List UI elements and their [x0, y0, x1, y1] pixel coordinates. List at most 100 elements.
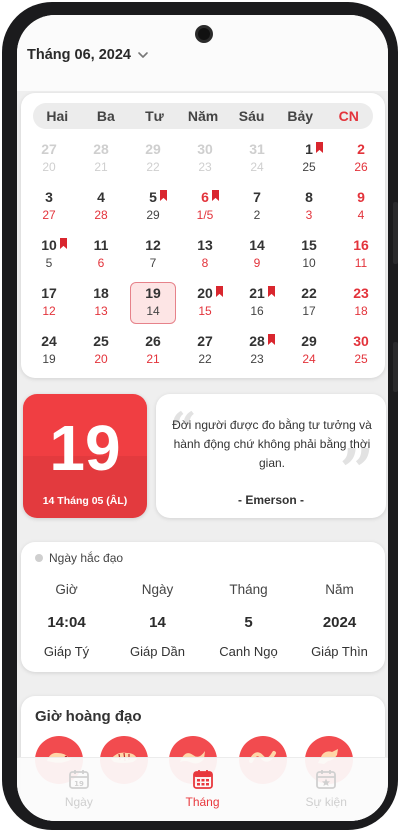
lunar-day: 20 [42, 160, 56, 174]
column-label: Giờ [55, 582, 78, 597]
calendar-day[interactable]: 31 24 [231, 137, 283, 185]
solar-day: 27 [197, 333, 213, 349]
calendar-day[interactable]: 2 26 [335, 137, 387, 185]
lunar-day: 13 [94, 304, 108, 318]
volume-button [393, 202, 398, 264]
weekday-label: Bảy [287, 108, 314, 124]
calendar-day[interactable]: 22 17 [283, 281, 335, 329]
calendar-day[interactable]: 28 23 [231, 329, 283, 377]
day-column: Ngày 14 Giáp Dần [112, 582, 203, 659]
column-label: Năm [325, 582, 354, 597]
solar-day: 24 [41, 333, 57, 349]
lunar-day: 17 [302, 304, 316, 318]
day-info-card: Ngày hắc đạo Giờ 14:04 Giáp Tý Ngày 14 G… [21, 542, 385, 672]
calendar-day[interactable]: 17 12 [23, 281, 75, 329]
solar-day: 17 [41, 285, 57, 301]
solar-day: 7 [253, 189, 261, 205]
calendar-grid: 27 20 28 21 29 22 30 23 31 24 1 25 2 26 3 27 4 28 5 29 6 1/5 7… [23, 137, 387, 377]
lunar-day: 19 [42, 352, 56, 366]
weekday-label: Tư [145, 108, 164, 124]
calendar-day[interactable]: 11 6 [75, 233, 127, 281]
calendar-day[interactable]: 27 20 [23, 137, 75, 185]
lunar-day: 3 [305, 208, 313, 222]
calendar-day[interactable]: 12 7 [127, 233, 179, 281]
calendar-month-icon [192, 770, 213, 789]
solar-day: 27 [41, 141, 57, 157]
calendar-day[interactable]: 72 [231, 185, 283, 233]
lunar-day: 22 [198, 352, 212, 366]
front-camera [195, 25, 213, 43]
solar-day: 12 [145, 237, 161, 253]
calendar-day[interactable]: 24 19 [23, 329, 75, 377]
month-selector[interactable]: Tháng 06, 2024 [27, 47, 149, 63]
tab-day[interactable]: 19 Ngày [17, 758, 141, 821]
month-label: Tháng 06, 2024 [27, 47, 131, 63]
calendar-day[interactable]: 30 23 [179, 137, 231, 185]
lunar-day: 6 [97, 256, 105, 270]
solar-day: 22 [301, 285, 317, 301]
month-column: Tháng 5 Canh Ngọ [203, 582, 294, 659]
solar-day: 29 [145, 141, 161, 157]
lunar-day: 11 [354, 256, 368, 270]
solar-day: 3 [45, 189, 53, 205]
calendar-day[interactable]: 6 1/5 [179, 185, 231, 233]
calendar-day-today[interactable]: 19 14 [127, 281, 179, 329]
calendar-week-row: 27 20 28 21 29 22 30 23 31 24 1 25 2 26 [23, 137, 387, 185]
solar-day: 31 [249, 141, 265, 157]
lunar-day: 21 [94, 160, 108, 174]
power-button [393, 342, 398, 392]
solar-day: 15 [301, 237, 317, 253]
calendar-day[interactable]: 13 8 [179, 233, 231, 281]
column-can-chi: Giáp Dần [130, 644, 185, 659]
calendar-day[interactable]: 15 10 [283, 233, 335, 281]
hour-column: Giờ 14:04 Giáp Tý [21, 582, 112, 659]
lunar-day: 9 [253, 256, 261, 270]
tab-label: Sự kiện [305, 795, 347, 809]
chevron-down-icon [138, 52, 148, 58]
solar-day: 30 [353, 333, 369, 349]
solar-day: 19 [145, 285, 161, 301]
solar-day: 28 [93, 141, 109, 157]
solar-day: 11 [93, 237, 109, 253]
solar-day: 30 [197, 141, 213, 157]
calendar-day[interactable]: 21 16 [231, 281, 283, 329]
lunar-day: 2 [253, 208, 261, 222]
lunar-day: 20 [94, 352, 108, 366]
solar-day: 29 [301, 333, 317, 349]
calendar-day[interactable]: 28 21 [75, 137, 127, 185]
calendar-day[interactable]: 25 20 [75, 329, 127, 377]
lunar-day: 10 [302, 256, 316, 270]
calendar-day[interactable]: 29 24 [283, 329, 335, 377]
column-label: Ngày [141, 582, 174, 597]
lunar-day: 21 [146, 352, 160, 366]
lunar-day: 15 [198, 304, 212, 318]
calendar-day[interactable]: 29 22 [127, 137, 179, 185]
calendar-day[interactable]: 30 25 [335, 329, 387, 377]
tab-month[interactable]: Tháng [141, 758, 265, 821]
calendar-day[interactable]: 3 27 [23, 185, 75, 233]
calendar-day[interactable]: 16 11 [335, 233, 387, 281]
weekday-label: Sáu [238, 108, 265, 124]
calendar-day[interactable]: 94 [335, 185, 387, 233]
calendar-day[interactable]: 26 21 [127, 329, 179, 377]
calendar-day[interactable]: 83 [283, 185, 335, 233]
calendar-day[interactable]: 5 29 [127, 185, 179, 233]
calendar-day[interactable]: 4 28 [75, 185, 127, 233]
selected-date-card: 19 14 Tháng 05 (ÂL) [23, 394, 147, 518]
calendar-day[interactable]: 14 9 [231, 233, 283, 281]
calendar-day[interactable]: 20 15 [179, 281, 231, 329]
calendar-day[interactable]: 27 22 [179, 329, 231, 377]
quote-card: “ ” Đời người được đo bằng tư tưởng và h… [156, 394, 386, 518]
tab-events[interactable]: Sự kiện [264, 758, 388, 821]
calendar-day[interactable]: 18 13 [75, 281, 127, 329]
solar-day: 18 [93, 285, 109, 301]
weekday-label: CN [338, 108, 359, 124]
solar-day: 9 [357, 189, 365, 205]
solar-day: 1 [305, 141, 313, 157]
calendar-day[interactable]: 1 25 [283, 137, 335, 185]
solar-day: 25 [93, 333, 109, 349]
selected-lunar-date: 14 Tháng 05 (ÂL) [42, 495, 128, 507]
calendar-day[interactable]: 23 18 [335, 281, 387, 329]
lunar-day: 4 [357, 208, 365, 222]
calendar-day[interactable]: 10 5 [23, 233, 75, 281]
